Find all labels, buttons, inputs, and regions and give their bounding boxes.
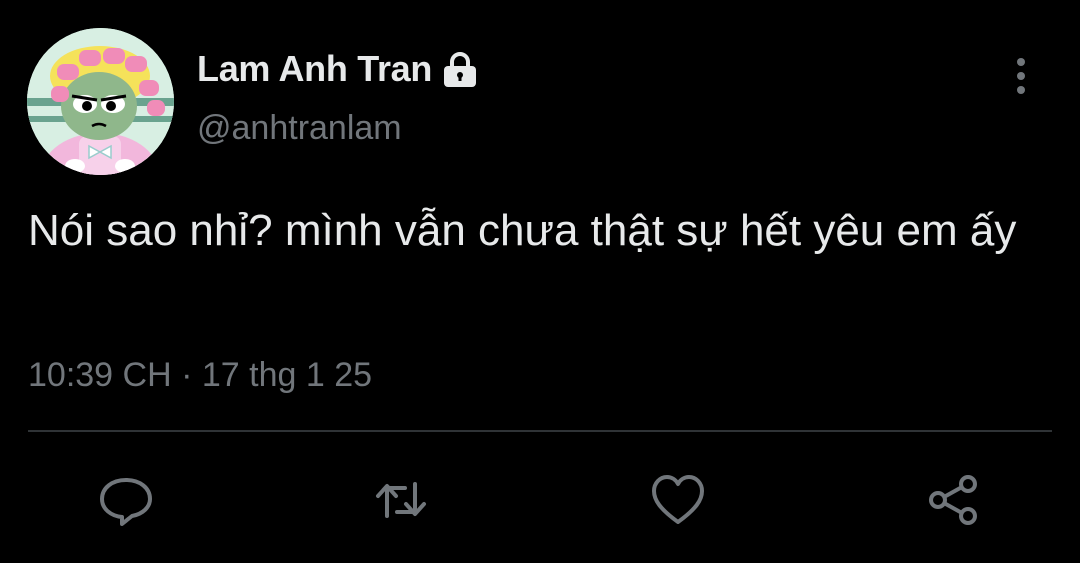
avatar[interactable]	[27, 28, 174, 175]
tweet-timestamp[interactable]: 10:39 CH · 17 thg 1 25	[28, 356, 372, 395]
divider	[28, 430, 1052, 432]
display-name[interactable]: Lam Anh Tran	[197, 48, 432, 90]
tweet-date: 17 thg 1 25	[201, 356, 373, 394]
author-handle[interactable]: @anhtranlam	[197, 109, 402, 148]
tweet-text: Nói sao nhỉ? mình vẫn chưa thật sự hết y…	[28, 206, 1017, 255]
timestamp-separator: ·	[171, 356, 202, 394]
retweet-icon	[376, 482, 426, 518]
lock-icon	[440, 49, 480, 89]
tweet-time: 10:39 CH	[28, 356, 172, 394]
tweet-detail: Lam Anh Tran @anhtranlam Nói sao nhỉ? mì…	[0, 0, 1080, 563]
more-vertical-icon[interactable]	[1005, 55, 1037, 97]
like-icon	[652, 475, 704, 524]
share-icon	[929, 475, 977, 525]
author-name-row: Lam Anh Tran	[197, 44, 480, 94]
share-button[interactable]	[924, 470, 984, 530]
retweet-button[interactable]	[371, 470, 431, 530]
reply-button[interactable]	[96, 470, 156, 530]
like-button[interactable]	[648, 470, 708, 530]
avatar-image	[27, 28, 174, 175]
reply-icon	[100, 478, 152, 526]
